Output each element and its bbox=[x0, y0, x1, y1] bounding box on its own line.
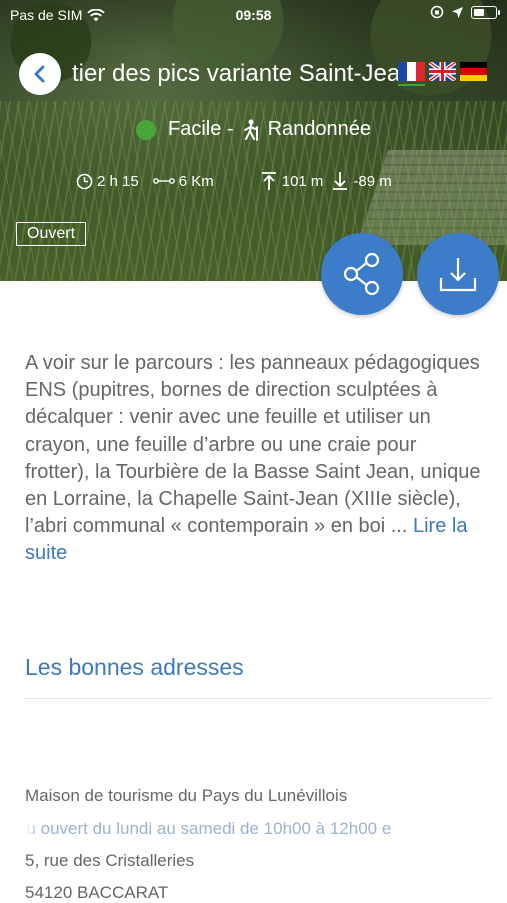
trail-stats: 2 h 15 6 Km 101 m -89 m bbox=[76, 171, 392, 191]
distance-stat: 6 Km bbox=[152, 172, 214, 190]
difficulty-row: Facile - Randonnée bbox=[0, 118, 507, 141]
share-icon bbox=[343, 252, 380, 296]
address-hours-text: au ouvert du lundi au samedi de 10h00 à … bbox=[25, 819, 392, 838]
ascent-value: 101 m bbox=[281, 172, 324, 190]
difficulty-label: Facile - bbox=[167, 118, 234, 140]
ascent-icon bbox=[261, 172, 276, 190]
status-bar: Pas de SIM 09:58 bbox=[0, 0, 507, 30]
good-addresses-heading[interactable]: Les bonnes adresses bbox=[25, 654, 244, 681]
hiker-icon bbox=[243, 119, 258, 141]
flag-de-icon[interactable] bbox=[460, 62, 487, 81]
status-badge: Ouvert bbox=[16, 222, 87, 246]
flag-en-icon[interactable] bbox=[429, 62, 456, 81]
status-icons bbox=[430, 5, 500, 19]
activity-label: Randonnée bbox=[267, 118, 371, 140]
orientation-lock-icon bbox=[430, 5, 444, 19]
section-divider bbox=[25, 698, 492, 699]
descent-stat: -89 m bbox=[331, 171, 392, 191]
address-city: 54120 BACCARAT bbox=[25, 883, 169, 902]
clock-icon bbox=[76, 173, 93, 189]
selected-language-indicator bbox=[398, 84, 425, 86]
download-icon bbox=[439, 258, 477, 292]
flag-fr-icon[interactable] bbox=[398, 62, 425, 81]
distance-value: 6 Km bbox=[178, 172, 214, 190]
location-arrow-icon bbox=[452, 6, 463, 18]
battery-icon bbox=[471, 5, 500, 19]
language-switcher bbox=[398, 62, 487, 81]
chevron-left-icon bbox=[34, 65, 45, 83]
trail-description: A voir sur le parcours : les panneaux pé… bbox=[25, 350, 485, 568]
address-name: Maison de tourisme du Pays du Lunévilloi… bbox=[25, 786, 348, 805]
descent-value: -89 m bbox=[353, 172, 392, 190]
duration-stat: 2 h 15 bbox=[76, 173, 139, 190]
description-text: A voir sur le parcours : les panneaux pé… bbox=[25, 352, 481, 538]
download-button[interactable] bbox=[417, 233, 499, 315]
address-hours-marquee: au ouvert du lundi au samedi de 10h00 à … bbox=[25, 819, 480, 839]
trail-title: tier des pics variante Saint-Jean bbox=[72, 60, 398, 87]
descent-icon bbox=[333, 172, 348, 190]
duration-value: 2 h 15 bbox=[97, 172, 139, 190]
hero-banner: Pas de SIM 09:58 tier des pics variante … bbox=[0, 0, 507, 281]
share-button[interactable] bbox=[321, 233, 403, 315]
ascent-stat: 101 m bbox=[260, 171, 324, 191]
distance-icon bbox=[152, 178, 175, 184]
back-button[interactable] bbox=[19, 53, 61, 95]
difficulty-dot-icon bbox=[135, 119, 156, 140]
address-street: 5, rue des Cristalleries bbox=[25, 851, 195, 870]
